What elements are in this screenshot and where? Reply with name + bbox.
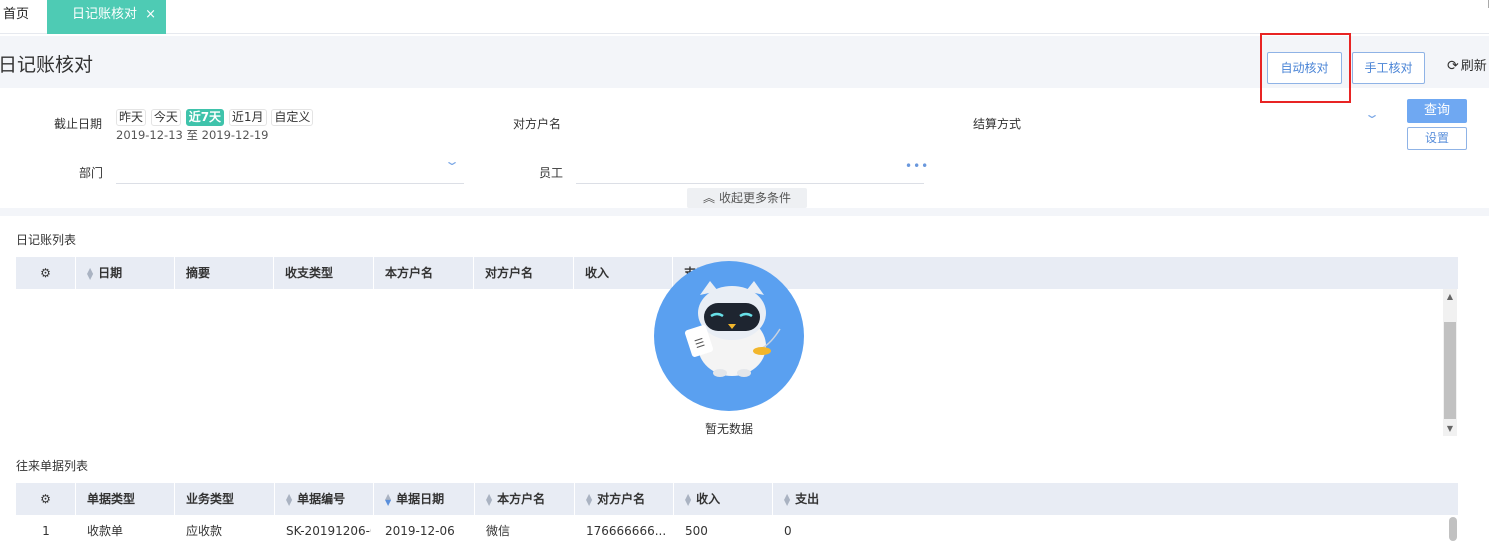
table-row[interactable]: 1 收款单 应收款 SK-20191206-0 2019-12-06 微信 17… — [16, 515, 1458, 547]
cell-doc-type: 收款单 — [87, 524, 124, 538]
quick-date-yesterday[interactable]: 昨天 — [116, 109, 147, 126]
column-income[interactable]: 收入 — [574, 257, 673, 289]
quick-date-group: 昨天 今天 近7天 近1月 自定义 — [116, 109, 314, 126]
filter-panel: 截止日期 昨天 今天 近7天 近1月 自定义 2019-12-13 至 2019… — [0, 88, 1489, 208]
column-doc-date[interactable]: ▲ ▼ 单据日期 — [374, 483, 475, 515]
collapse-conditions-button[interactable]: ︽ 收起更多条件 — [687, 188, 807, 208]
sort-icon: ▲ ▼ — [586, 491, 593, 507]
tab-label: 日记账核对 — [72, 7, 138, 22]
refresh-label: 刷新 — [1460, 59, 1487, 74]
sort-icon: ▲ ▼ — [685, 491, 692, 507]
cell-doc-date: 2019-12-06 — [385, 524, 455, 538]
cell-own-account: 微信 — [486, 524, 511, 538]
sort-icon: ▲ ▼ — [486, 491, 493, 507]
column-doc-type[interactable]: 单据类型 — [76, 483, 175, 515]
date-range: 2019-12-13 至 2019-12-19 — [116, 128, 269, 142]
column-settings[interactable]: ⚙ — [16, 483, 76, 515]
gear-icon: ⚙ — [40, 266, 51, 280]
page-title: 日记账核对 — [0, 54, 94, 76]
cell-expense: 0 — [784, 524, 792, 538]
journal-table-body: ☰ 暂无数据 — [16, 261, 1458, 436]
refresh-button[interactable]: ⟳ 刷新 — [1447, 55, 1487, 74]
column-date[interactable]: ▲ ▼ 日期 — [76, 257, 175, 289]
employee-label: 员工 — [539, 166, 564, 180]
chevron-down-icon[interactable]: ⌄ — [1364, 107, 1380, 121]
cutoff-date-label: 截止日期 — [54, 117, 103, 131]
sort-icon: ▲ ▼ — [87, 265, 94, 281]
close-icon[interactable]: × — [145, 0, 156, 30]
tab-home[interactable]: 首页 — [0, 0, 46, 34]
settlement-label: 结算方式 — [973, 117, 1022, 131]
quick-date-today[interactable]: 今天 — [150, 109, 181, 126]
column-counterparty[interactable]: ▲ ▼ 对方户名 — [575, 483, 674, 515]
gear-icon: ⚙ — [40, 492, 51, 506]
documents-table-header: ⚙ 单据类型 业务类型 ▲ ▼ 单据编号 ▲ ▼ 单据日期 ▲ ▼ 本方户名 ▲ ▼ 对方户名 … — [16, 483, 1458, 515]
column-expense[interactable]: 支出 — [673, 257, 1458, 289]
chevron-down-icon[interactable]: ⌄ — [444, 154, 460, 168]
documents-list-title: 往来单据列表 — [16, 459, 89, 473]
quick-date-7days[interactable]: 近7天 — [185, 109, 225, 126]
scroll-down-icon[interactable]: ▼ — [1443, 424, 1457, 433]
tab-bar: 首页 日记账核对 × — [0, 0, 1489, 34]
counterparty-label: 对方户名 — [513, 117, 562, 131]
column-summary[interactable]: 摘要 — [175, 257, 274, 289]
quick-date-custom[interactable]: 自定义 — [271, 109, 314, 126]
column-expense[interactable]: ▲ ▼ 支出 — [773, 483, 1458, 515]
column-business-type[interactable]: 业务类型 — [175, 483, 275, 515]
section-gap — [0, 208, 1489, 216]
cell-doc-number: SK-20191206-0 — [286, 524, 371, 538]
column-income[interactable]: ▲ ▼ 收入 — [674, 483, 773, 515]
collapse-label: 收起更多条件 — [719, 191, 792, 205]
manual-reconcile-button[interactable]: 手工核对 — [1352, 52, 1425, 84]
column-own-account[interactable]: 本方户名 — [374, 257, 474, 289]
settings-button[interactable]: 设置 — [1407, 127, 1467, 150]
sort-icon: ▲ ▼ — [784, 491, 791, 507]
journal-list-title: 日记账列表 — [16, 233, 77, 247]
tab-journal-reconcile[interactable]: 日记账核对 × — [47, 0, 166, 34]
column-own-account[interactable]: ▲ ▼ 本方户名 — [475, 483, 575, 515]
cell-counterparty: 176666666... — [586, 524, 667, 538]
more-icon[interactable]: ••• — [905, 159, 929, 173]
quick-date-1month[interactable]: 近1月 — [228, 109, 267, 126]
query-button[interactable]: 查询 — [1407, 99, 1467, 123]
sort-icon: ▲ ▼ — [286, 491, 293, 507]
cell-business-type: 应收款 — [186, 524, 223, 538]
documents-scroll-thumb[interactable] — [1449, 517, 1457, 541]
row-index: 1 — [42, 524, 50, 538]
empty-state-text: 暂无数据 — [705, 422, 754, 436]
sort-icon: ▲ ▼ — [385, 491, 392, 507]
department-label: 部门 — [79, 166, 104, 180]
highlight-annotation — [1260, 33, 1351, 103]
column-doc-number[interactable]: ▲ ▼ 单据编号 — [275, 483, 374, 515]
empty-state-illustration: ☰ — [654, 261, 804, 411]
column-type[interactable]: 收支类型 — [274, 257, 374, 289]
chevron-up-icon: ︽ — [702, 191, 715, 205]
scroll-up-icon[interactable]: ▲ — [1443, 292, 1457, 301]
employee-field[interactable] — [576, 183, 924, 184]
department-select[interactable] — [116, 183, 464, 184]
column-counterparty[interactable]: 对方户名 — [474, 257, 574, 289]
journal-scroll-thumb[interactable] — [1444, 322, 1456, 419]
refresh-icon: ⟳ — [1447, 58, 1459, 74]
cell-income: 500 — [685, 524, 708, 538]
column-settings[interactable]: ⚙ — [16, 257, 76, 289]
